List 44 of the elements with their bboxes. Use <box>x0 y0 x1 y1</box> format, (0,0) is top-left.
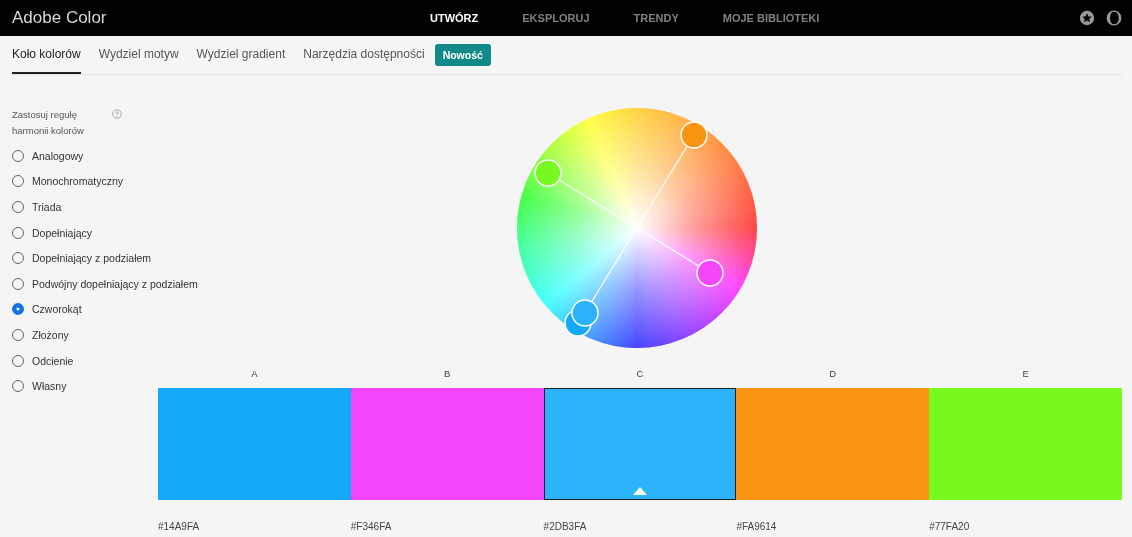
harmony-option[interactable]: Analogowy <box>12 143 84 169</box>
color-swatch[interactable] <box>158 388 351 500</box>
nav-link[interactable]: EKSPLORUJ <box>522 12 590 24</box>
color-handle[interactable] <box>534 159 562 187</box>
harmony-option[interactable]: Złożony <box>12 322 69 348</box>
nav-link[interactable]: UTWÓRZ <box>430 12 479 24</box>
app-logo[interactable]: Adobe Color <box>12 8 430 28</box>
swatch-label: C <box>635 367 645 381</box>
nav-link[interactable]: MOJE BIBLIOTEKI <box>722 12 820 24</box>
new-badge: Nowość <box>434 44 491 66</box>
radio-button[interactable] <box>12 303 24 316</box>
harmony-option[interactable]: Dopełniający <box>12 219 93 246</box>
swatch-label: E <box>1021 367 1030 381</box>
harmony-option[interactable]: Dopełniający z podziałem <box>12 245 152 271</box>
swatch-label: B <box>443 367 452 381</box>
nav-link[interactable]: TRENDY <box>633 12 679 24</box>
harmony-option[interactable]: Podwójny dopełniający z podziałem <box>12 270 198 297</box>
harmony-option[interactable]: Czworokąt <box>12 296 82 323</box>
color-handle[interactable] <box>680 121 708 149</box>
color-swatch[interactable] <box>543 388 737 500</box>
hex-value: #F346FA <box>350 521 393 532</box>
harmony-option[interactable]: Monochromatyczny <box>12 168 124 195</box>
harmony-option[interactable]: Własny <box>12 373 67 399</box>
hex-value: #FA9614 <box>736 521 778 532</box>
swatch-label: A <box>250 367 259 381</box>
harmony-option[interactable]: Triada <box>12 194 62 220</box>
theme-icon[interactable] <box>1106 10 1122 26</box>
hex-value: #77FA20 <box>929 521 971 532</box>
caret-icon <box>633 487 647 495</box>
color-swatch[interactable] <box>350 388 544 500</box>
harmony-rule-label: Zastosuj regułę harmonii kolorów <box>12 108 85 138</box>
color-handle[interactable] <box>696 259 724 287</box>
harmony-option[interactable]: Odcienie <box>12 347 74 374</box>
tab[interactable]: Wydziel gradient <box>196 36 286 74</box>
tab[interactable]: Narzędzia dostępności <box>303 36 425 74</box>
color-swatch[interactable] <box>929 388 1122 500</box>
swatch-label: D <box>828 367 838 381</box>
handle-pair-drawing[interactable] <box>564 299 599 337</box>
star-icon[interactable] <box>1079 10 1095 26</box>
hex-value: #14A9FA <box>158 521 201 532</box>
tab[interactable]: Koło kolorów <box>12 36 81 74</box>
hex-value: #2DB3FA <box>543 521 588 532</box>
color-swatch[interactable] <box>736 388 930 500</box>
tab[interactable]: Wydziel motyw <box>98 36 179 74</box>
